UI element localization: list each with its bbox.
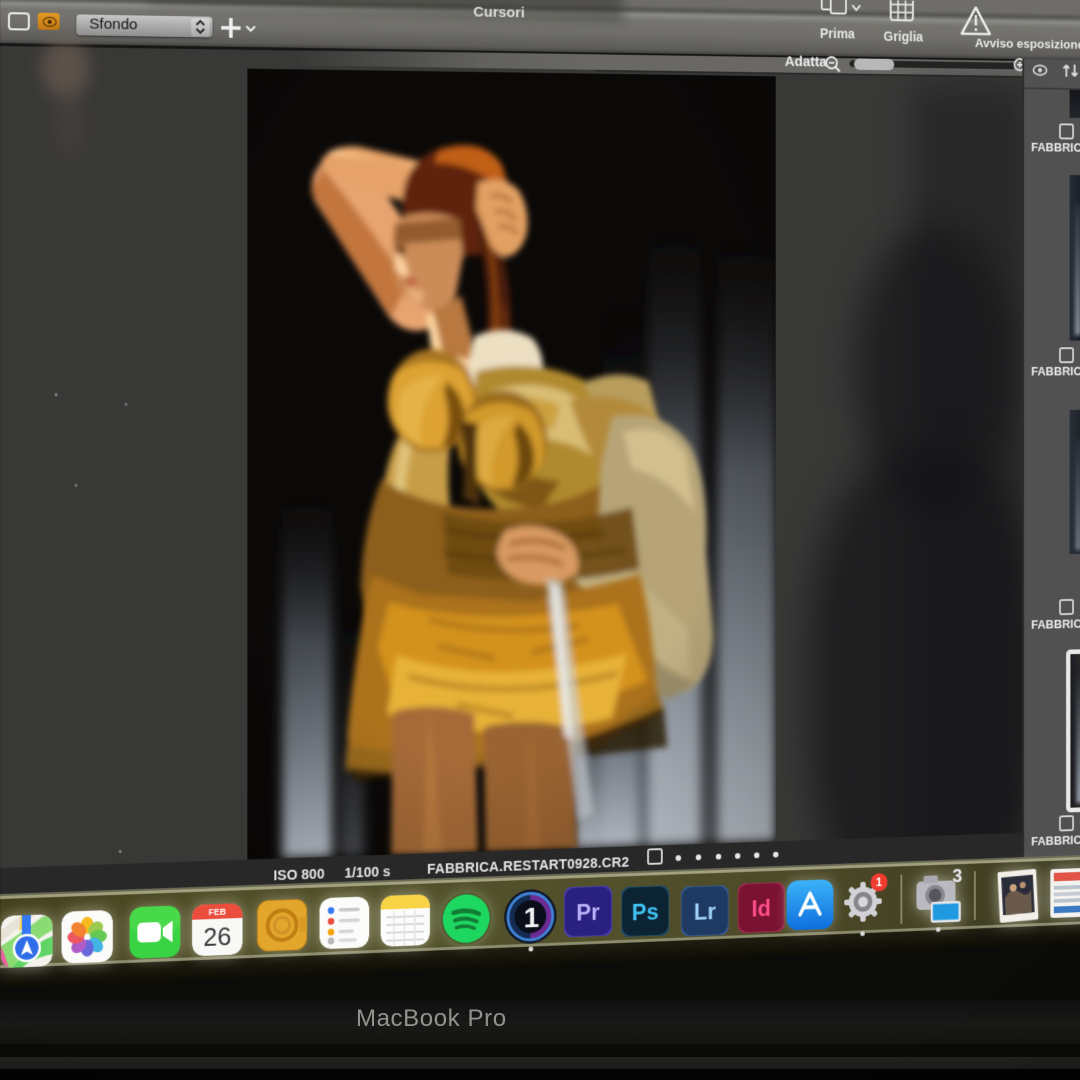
svg-text:FEB: FEB: [209, 907, 227, 918]
svg-text:3: 3: [952, 869, 962, 887]
svg-text:Id: Id: [752, 896, 771, 923]
svg-text:Lr: Lr: [694, 899, 716, 926]
svg-text:26: 26: [203, 921, 231, 952]
svg-text:1: 1: [876, 875, 882, 889]
svg-text:Pr: Pr: [576, 899, 599, 926]
svg-text:1: 1: [524, 902, 540, 935]
svg-text:Ps: Ps: [632, 899, 659, 926]
